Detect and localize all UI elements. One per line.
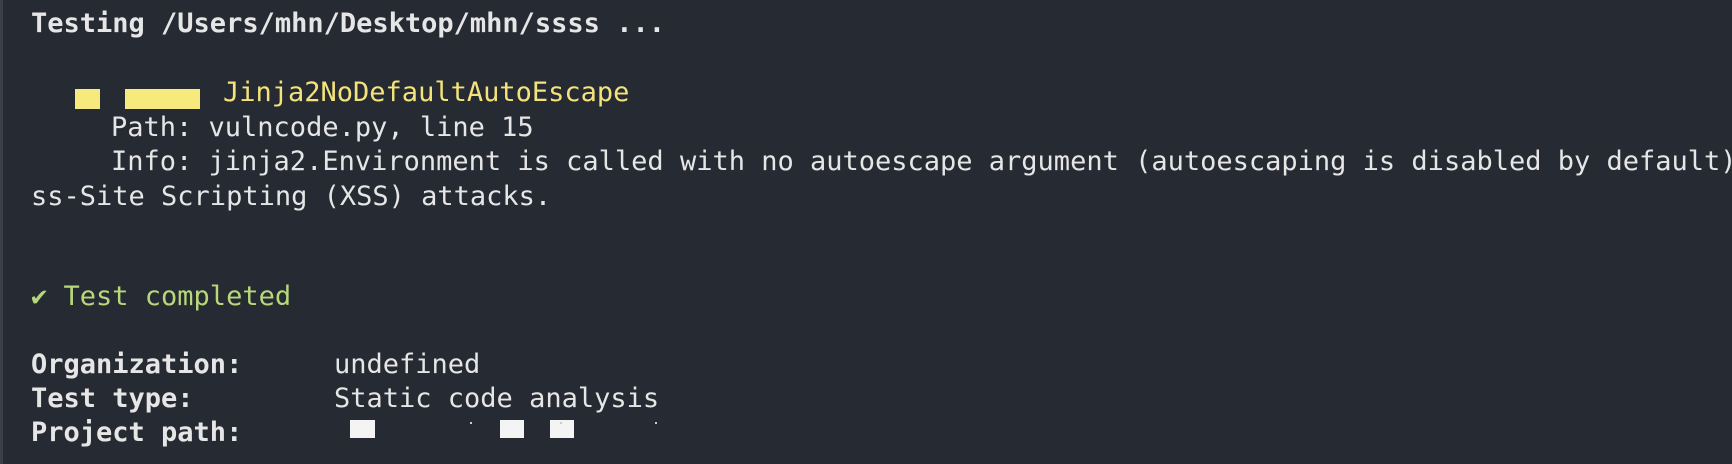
redacted-path-dot xyxy=(560,422,562,424)
test-completed-status: ✔ Test completed xyxy=(31,281,292,312)
redacted-path-block-3 xyxy=(550,420,574,438)
summary-key-test-type: Test type: xyxy=(31,383,194,414)
redacted-path-dot xyxy=(655,422,657,424)
issue-path: Path: vulncode.py, line 15 xyxy=(111,112,534,143)
redacted-path-block-1 xyxy=(350,420,375,438)
summary-key-project-path: Project path: xyxy=(31,417,243,448)
issue-name: Jinja2NoDefaultAutoEscape xyxy=(223,77,630,108)
issue-info: Info: jinja2.Environment is called with … xyxy=(111,146,1732,177)
redacted-severity-icon xyxy=(75,89,100,109)
issue-info-wrapped: ss-Site Scripting (XSS) attacks. xyxy=(31,181,552,212)
redacted-path-dot xyxy=(470,422,472,424)
terminal-window[interactable]: Testing /Users/mhn/Desktop/mhn/ssss ... … xyxy=(0,0,1732,464)
window-edge xyxy=(0,0,3,464)
testing-line: Testing /Users/mhn/Desktop/mhn/ssss ... xyxy=(31,8,665,39)
redacted-path-block-2 xyxy=(500,420,524,438)
summary-value-test-type: Static code analysis xyxy=(334,383,660,414)
summary-value-organization: undefined xyxy=(334,349,481,380)
redacted-severity-label xyxy=(125,89,200,109)
summary-key-organization: Organization: xyxy=(31,349,243,380)
